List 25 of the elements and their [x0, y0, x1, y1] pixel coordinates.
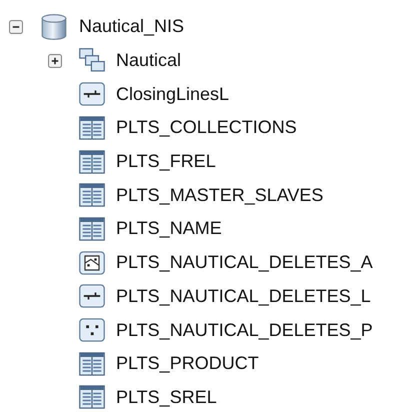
polygon-layer-icon	[78, 248, 106, 277]
tree-item-label[interactable]: PLTS_PRODUCT	[116, 353, 259, 374]
tree-item-label[interactable]: PLTS_NAUTICAL_DELETES_A	[116, 252, 373, 274]
tree-item-label[interactable]: Nautical	[116, 50, 182, 72]
tree-item-label[interactable]: PLTS_NAUTICAL_DELETES_P	[116, 320, 373, 341]
table-icon	[78, 214, 106, 243]
database-icon	[39, 12, 69, 41]
tree-item-label[interactable]: PLTS_COLLECTIONS	[116, 117, 297, 138]
tree-item-label[interactable]: PLTS_FREL	[116, 151, 216, 172]
expander-icon[interactable]	[48, 54, 62, 68]
point-layer-icon	[78, 316, 106, 344]
table-icon	[78, 383, 106, 412]
table-icon	[78, 181, 106, 210]
table-icon	[78, 350, 106, 378]
line-layer-icon	[78, 282, 106, 310]
tree-item-label[interactable]: PLTS_NAUTICAL_DELETES_L	[116, 286, 371, 307]
tree-item-label[interactable]: PLTS_MASTER_SLAVES	[116, 184, 324, 206]
tree-item-label[interactable]: PLTS_SREL	[116, 386, 217, 408]
table-icon	[78, 114, 106, 142]
line-layer-icon	[78, 80, 106, 108]
table-icon	[78, 148, 106, 176]
tree-item-label[interactable]: PLTS_NAME	[116, 218, 222, 240]
tree-item-label[interactable]: Nautical_NIS	[79, 16, 184, 38]
tree-item-label[interactable]: ClosingLinesL	[116, 84, 230, 105]
expander-icon[interactable]	[9, 20, 23, 34]
